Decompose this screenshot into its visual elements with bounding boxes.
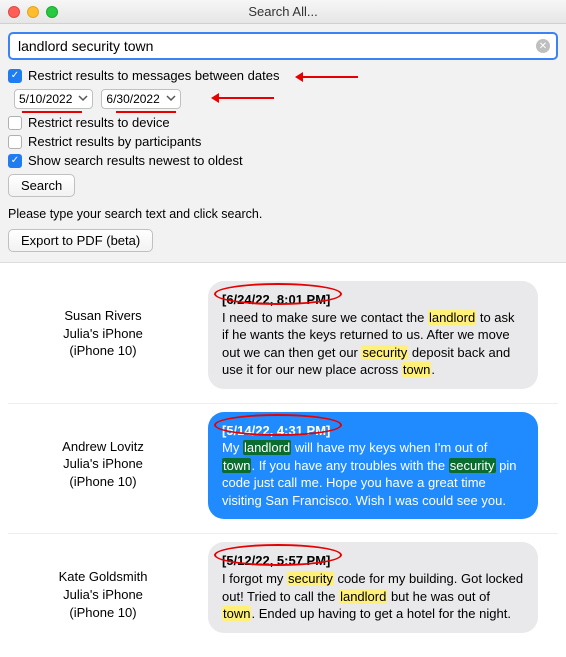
restrict-device-checkbox[interactable] xyxy=(8,116,22,130)
date-to-picker[interactable]: 6/30/2022 xyxy=(101,89,180,109)
message-timestamp: [6/24/22, 8:01 PM] xyxy=(222,292,330,307)
device-model: (iPhone 10) xyxy=(8,604,198,622)
message-timestamp: [5/14/22, 4:31 PM] xyxy=(222,423,330,438)
keyword-highlight: town xyxy=(402,362,431,377)
search-hint: Please type your search text and click s… xyxy=(8,207,558,221)
device-name: Julia's iPhone xyxy=(8,455,198,473)
restrict-device-label: Restrict results to device xyxy=(28,115,170,130)
date-to-value: 6/30/2022 xyxy=(106,92,159,106)
device-name: Julia's iPhone xyxy=(8,586,198,604)
contact-name: Susan Rivers xyxy=(8,307,198,325)
annotation-arrow xyxy=(214,97,274,99)
results-list: Susan Rivers Julia's iPhone (iPhone 10) … xyxy=(0,263,566,657)
keyword-highlight: security xyxy=(449,458,496,473)
message-bubble: [5/14/22, 4:31 PM] My landlord will have… xyxy=(208,412,538,520)
result-meta: Susan Rivers Julia's iPhone (iPhone 10) xyxy=(8,281,198,389)
newest-first-checkbox[interactable]: ✓ xyxy=(8,154,22,168)
export-pdf-button[interactable]: Export to PDF (beta) xyxy=(8,229,153,252)
search-field-wrap: ✕ xyxy=(8,32,558,60)
search-input[interactable] xyxy=(16,37,536,55)
device-model: (iPhone 10) xyxy=(8,473,198,491)
chevron-down-icon xyxy=(78,92,88,106)
result-row: Andrew Lovitz Julia's iPhone (iPhone 10)… xyxy=(8,404,558,535)
result-row: Susan Rivers Julia's iPhone (iPhone 10) … xyxy=(8,273,558,404)
restrict-participants-checkbox[interactable] xyxy=(8,135,22,149)
newest-first-label: Show search results newest to oldest xyxy=(28,153,243,168)
keyword-highlight: security xyxy=(361,345,408,360)
result-meta: Kate Goldsmith Julia's iPhone (iPhone 10… xyxy=(8,542,198,632)
keyword-highlight: town xyxy=(222,606,251,621)
keyword-highlight: security xyxy=(287,571,334,586)
date-from-picker[interactable]: 5/10/2022 xyxy=(14,89,93,109)
contact-name: Kate Goldsmith xyxy=(8,568,198,586)
annotation-underline xyxy=(116,111,176,113)
chevron-down-icon xyxy=(166,92,176,106)
search-button[interactable]: Search xyxy=(8,174,75,197)
clear-search-button[interactable]: ✕ xyxy=(536,39,550,53)
device-name: Julia's iPhone xyxy=(8,325,198,343)
message-timestamp: [5/12/22, 5:57 PM] xyxy=(222,553,330,568)
message-bubble: [6/24/22, 8:01 PM] I need to make sure w… xyxy=(208,281,538,389)
keyword-highlight: town xyxy=(222,458,251,473)
keyword-highlight: landlord xyxy=(339,589,387,604)
date-from-value: 5/10/2022 xyxy=(19,92,72,106)
annotation-arrow xyxy=(298,76,358,78)
window-title: Search All... xyxy=(0,4,566,19)
search-options-panel: ✕ ✓ Restrict results to messages between… xyxy=(0,24,566,263)
restrict-dates-checkbox[interactable]: ✓ xyxy=(8,69,22,83)
restrict-dates-label: Restrict results to messages between dat… xyxy=(28,68,279,83)
restrict-participants-label: Restrict results by participants xyxy=(28,134,201,149)
keyword-highlight: landlord xyxy=(243,440,291,455)
result-row: Kate Goldsmith Julia's iPhone (iPhone 10… xyxy=(8,534,558,646)
message-bubble: [5/12/22, 5:57 PM] I forgot my security … xyxy=(208,542,538,632)
keyword-highlight: landlord xyxy=(428,310,476,325)
contact-name: Andrew Lovitz xyxy=(8,438,198,456)
window-titlebar: Search All... xyxy=(0,0,566,24)
annotation-underline xyxy=(22,111,82,113)
result-meta: Andrew Lovitz Julia's iPhone (iPhone 10) xyxy=(8,412,198,520)
device-model: (iPhone 10) xyxy=(8,342,198,360)
